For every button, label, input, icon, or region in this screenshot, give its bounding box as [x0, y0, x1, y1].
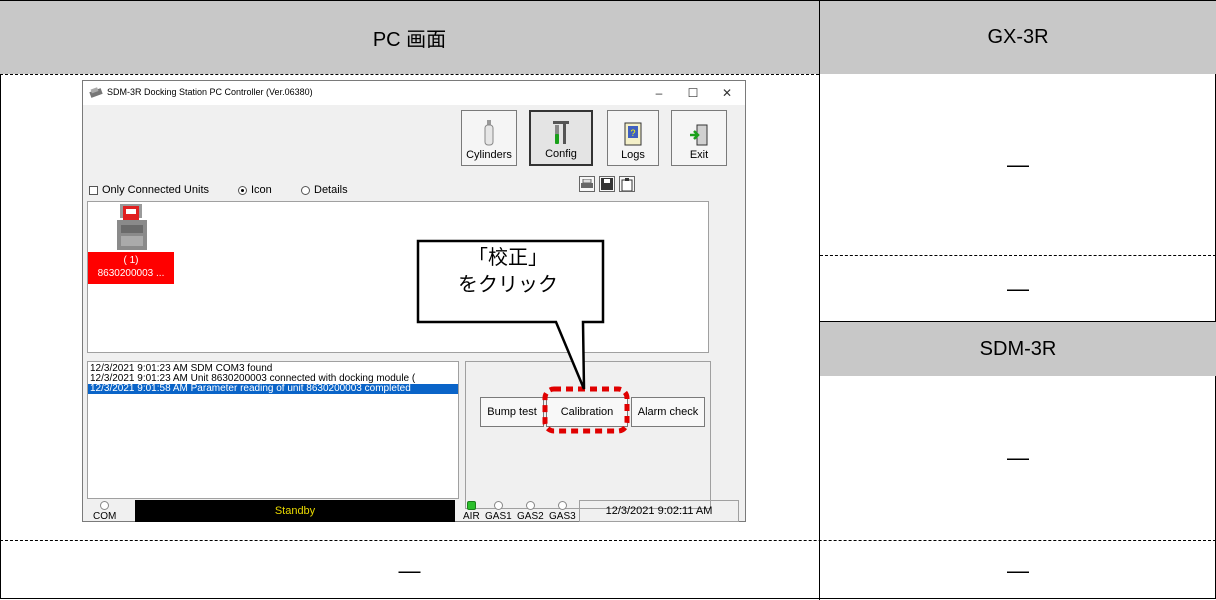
calibration-highlight — [542, 386, 630, 434]
callout-line-2: をクリック — [458, 274, 558, 296]
callout-line-1: 「校正」 — [468, 247, 548, 269]
callout-text: 「校正」 をクリック — [420, 245, 596, 299]
annotation-overlay — [416, 239, 630, 434]
